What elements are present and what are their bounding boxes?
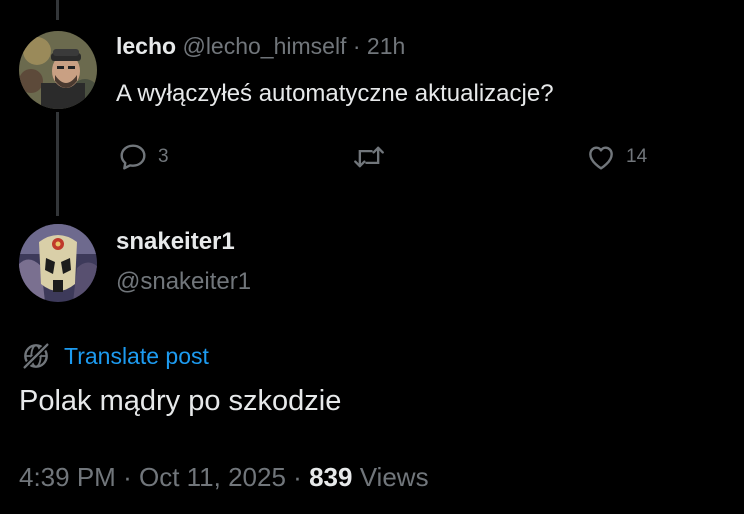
- translate-post-link[interactable]: Translate post: [20, 340, 209, 372]
- post-text: Polak mądry po szkodzie: [19, 385, 342, 417]
- avatar-snakeiter1-image: [19, 224, 97, 302]
- post-display-name[interactable]: snakeiter1: [116, 228, 235, 256]
- avatar[interactable]: [19, 31, 97, 109]
- reply-text: A wyłączyłeś automatyczne aktualizacje?: [116, 80, 554, 107]
- post-date[interactable]: Oct 11, 2025: [139, 462, 286, 492]
- globe-slash-icon: [22, 342, 50, 370]
- reply-count: 3: [158, 146, 169, 167]
- heart-icon: [589, 146, 613, 170]
- thread-line-top: [56, 0, 59, 20]
- reply-handle[interactable]: @lecho_himself: [182, 33, 346, 59]
- reply-separator: ·: [352, 33, 361, 59]
- post-timestamp-row: 4:39 PM · Oct 11, 2025 · 839 Views: [19, 462, 429, 493]
- post-handle[interactable]: @snakeiter1: [116, 268, 251, 296]
- avatar-lecho-image: [19, 31, 97, 109]
- reply-time[interactable]: 21h: [367, 33, 405, 59]
- timestamp-separator: ·: [123, 462, 132, 492]
- like-count: 14: [626, 146, 648, 167]
- repost-arrows-icon: [354, 146, 384, 168]
- speech-bubble-icon: [120, 144, 146, 170]
- avatar[interactable]: [19, 224, 97, 302]
- reply-display-name[interactable]: lecho: [116, 33, 176, 59]
- translate-label: Translate post: [64, 342, 209, 369]
- views-count[interactable]: 839: [309, 462, 352, 492]
- views-separator: ·: [293, 462, 302, 492]
- reply-button[interactable]: 3: [117, 141, 169, 173]
- reply-actions: 3 14: [0, 141, 744, 177]
- post-time[interactable]: 4:39 PM: [19, 462, 116, 492]
- repost-button[interactable]: [352, 141, 395, 173]
- reply-header: lecho @lecho_himself · 21h: [116, 33, 405, 60]
- views-label: Views: [359, 462, 429, 492]
- like-button[interactable]: 14: [585, 141, 647, 173]
